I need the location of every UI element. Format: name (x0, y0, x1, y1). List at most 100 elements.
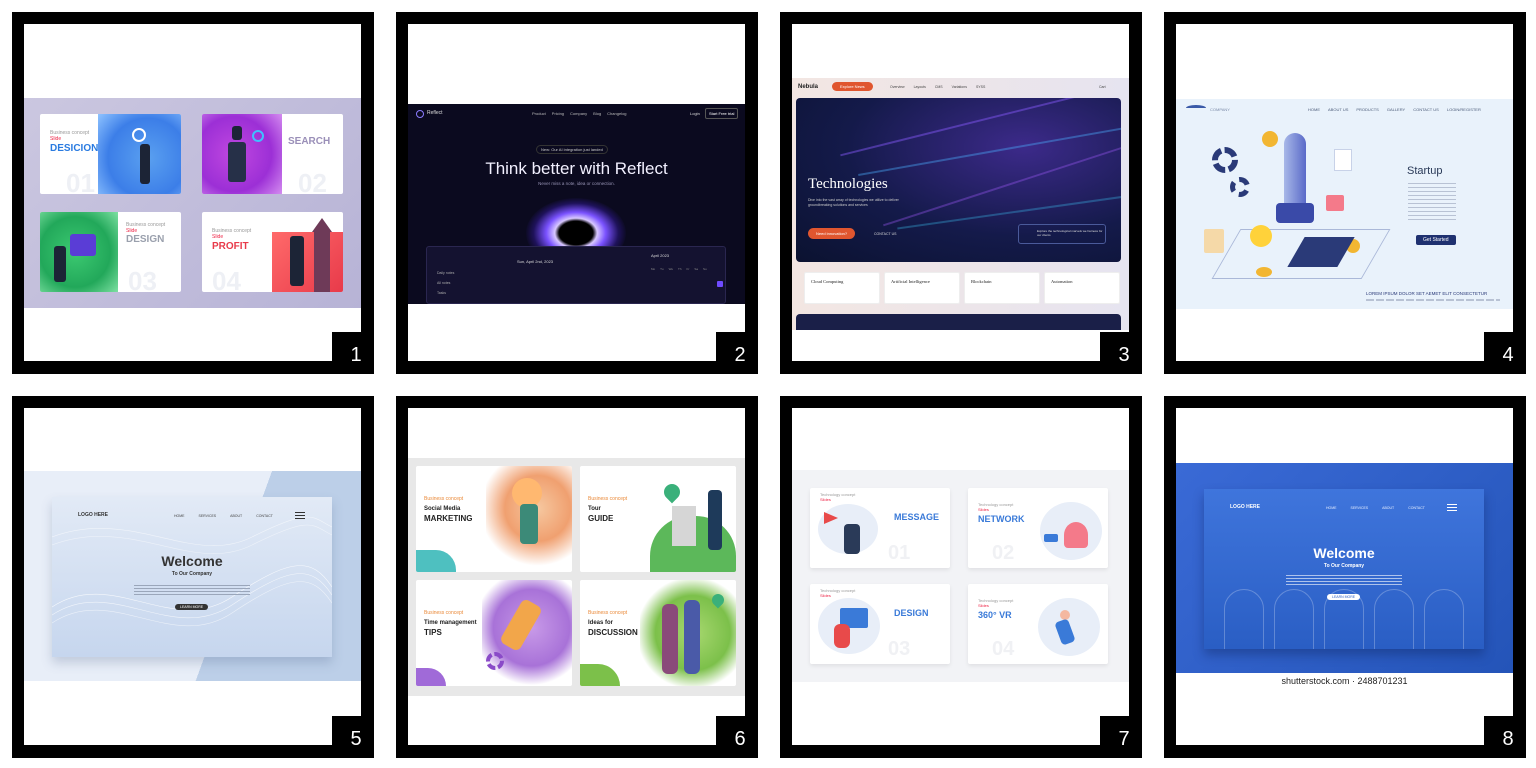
calendar-weekdays: Mo Tu We Th Fr Sa Su (651, 267, 707, 271)
brand-name: COMPANY (1210, 107, 1230, 112)
nav-item[interactable]: PRODUCTS (1356, 107, 1378, 112)
thumbnail-7-image: Technology concept Slides MESSAGE 01 Tec… (792, 408, 1129, 745)
hamburger-menu-icon[interactable] (295, 512, 305, 519)
explore-news-pill[interactable]: Explore News (832, 82, 873, 91)
card-line-1: Ideas for (588, 620, 614, 626)
get-started-button[interactable]: Get Started (1416, 235, 1456, 245)
tech-card[interactable]: Blockchain (964, 272, 1040, 304)
nav-item[interactable]: GALLERY (1387, 107, 1405, 112)
nav-item[interactable]: CONTACT (256, 514, 273, 518)
tech-card[interactable]: Cloud Computing (804, 272, 880, 304)
nav-item[interactable]: Product (532, 111, 546, 116)
thumbnail-8[interactable]: LOGO HERE HOME SERVICES ABOUT CONTACT We… (1164, 396, 1526, 758)
free-trial-button[interactable]: Start Free trial (705, 108, 739, 119)
location-pin-icon (660, 480, 684, 504)
company-logo-icon (1186, 105, 1206, 111)
thumbnail-5-image: LOGO HERE HOME SERVICES ABOUT CONTACT We… (24, 408, 361, 745)
cart-link[interactable]: Cart (1099, 85, 1106, 89)
nav-item[interactable]: ABOUT (1382, 506, 1394, 510)
thumbnail-2[interactable]: Reflect Product Pricing Company Blog Cha… (396, 12, 758, 374)
learn-more-button[interactable]: LEARN MORE (175, 604, 209, 610)
stock-caption: shutterstock.com · 2488701231 (1281, 676, 1408, 686)
nav-item[interactable]: Pricing (552, 111, 564, 116)
sidebar-item[interactable]: Daily notes (437, 271, 454, 275)
hero-subtext: To Our Company (171, 571, 213, 577)
nav-item[interactable]: Overview (890, 85, 905, 89)
thumbnail-number: 8 (1484, 716, 1526, 758)
coin-icon (1262, 131, 1278, 147)
sidebar-item[interactable]: All notes (437, 281, 450, 285)
nav-item[interactable]: SERVICES (1351, 506, 1369, 510)
landing-card: LOGO HERE HOME SERVICES ABOUT CONTACT We… (1204, 489, 1484, 649)
nav-item[interactable]: Changelog (607, 111, 626, 116)
brand-name: Reflect (427, 110, 443, 116)
nav-item[interactable]: LOGIN/REGISTER (1447, 107, 1481, 112)
calendar-selected-day[interactable] (717, 281, 723, 287)
login-link[interactable]: Login (690, 111, 700, 116)
nav-item[interactable]: Company (570, 111, 587, 116)
logo-text: LOGO HERE (1230, 504, 1261, 510)
card-accent-label: Slide (212, 234, 224, 240)
gear-icon (486, 652, 504, 670)
coin-icon (1256, 267, 1272, 277)
card-title: MESSAGE (894, 512, 940, 522)
nav-item[interactable]: HOME (1308, 107, 1320, 112)
thumbnail-number: 1 (332, 332, 374, 374)
app-preview-panel: Sun, April 2nd, 2023 April 2023 Daily no… (426, 246, 726, 304)
startup-illustration (1196, 119, 1391, 299)
thumbnail-1[interactable]: Business concept Slide DESICION 01 SEARC… (12, 12, 374, 374)
nav-item[interactable]: Blog (593, 111, 601, 116)
thumbnail-8-image: LOGO HERE HOME SERVICES ABOUT CONTACT We… (1176, 408, 1513, 745)
hero-headline: Think better with Reflect (485, 159, 668, 178)
need-innovation-button[interactable]: Need innovation? (808, 228, 856, 239)
card-title: NETWORK (978, 514, 1025, 524)
thumbnail-3[interactable]: Nebula Explore News Overview Layouts CMS… (780, 12, 1142, 374)
card-line-1: Tour (588, 506, 601, 512)
card-big-number: 01 (888, 542, 911, 564)
nav-item[interactable]: HOME (174, 514, 185, 518)
nav-item[interactable]: SYSS (976, 85, 985, 89)
thumbnail-number: 7 (1100, 716, 1142, 758)
nav-item[interactable]: Layouts (914, 85, 926, 89)
slide-card-guide: Business concept Tour GUIDE (580, 466, 736, 572)
card-accent-label: Slide (50, 136, 62, 142)
nav-item[interactable]: CONTACT US (1413, 107, 1439, 112)
announcement-pill[interactable]: New: Our AI integration just landed (536, 145, 608, 154)
slide-card-marketing: Business concept Social Media MARKETING (416, 466, 572, 572)
sidebar-item[interactable]: Tasks (437, 291, 446, 295)
card-line-2: DISCUSSION (588, 628, 638, 637)
card-big-number: 03 (888, 638, 911, 660)
nav-menu: HOME SERVICES ABOUT CONTACT (1326, 506, 1425, 510)
nav-item[interactable]: ABOUT (230, 514, 242, 518)
thumbnail-number: 6 (716, 716, 758, 758)
hamburger-menu-icon[interactable] (1447, 504, 1457, 511)
thumbnail-4[interactable]: COMPANY HOME ABOUT US PRODUCTS GALLERY C… (1164, 12, 1526, 374)
nav-item[interactable]: HOME (1326, 506, 1337, 510)
thumbnail-5[interactable]: LOGO HERE HOME SERVICES ABOUT CONTACT We… (12, 396, 374, 758)
hero-subtext: To Our Company (1323, 563, 1365, 569)
tech-card[interactable]: Automation (1044, 272, 1120, 304)
thumbnail-7[interactable]: Technology concept Slides MESSAGE 01 Tec… (780, 396, 1142, 758)
footer-tagline: LOREM IPSUM DOLOR SET AEMET ELIT CONSECT… (1366, 291, 1488, 296)
logo-text: LOGO HERE (78, 512, 109, 518)
side-note: Explore the technological marvels we har… (1037, 229, 1103, 237)
reflect-logo-icon (416, 110, 424, 118)
nav-item[interactable]: ABOUT US (1328, 107, 1348, 112)
contact-us-link[interactable]: CONTACT US (874, 232, 896, 236)
learn-more-button[interactable]: LEARN MORE (1327, 594, 1361, 600)
nav-item[interactable]: Variations (952, 85, 967, 89)
card-line-2: GUIDE (588, 514, 614, 523)
nav-item[interactable]: SERVICES (199, 514, 217, 518)
card-small-label: Business concept (588, 496, 628, 502)
tech-card[interactable]: Artificial Intelligence (884, 272, 960, 304)
nav-item[interactable]: CONTACT (1408, 506, 1425, 510)
thumbnail-number: 5 (332, 716, 374, 758)
card-line-1: Social Media (424, 506, 461, 512)
slide-card-search: SEARCH 02 (202, 114, 343, 194)
thumbnail-6[interactable]: Business concept Social Media MARKETING … (396, 396, 758, 758)
card-small-label: Business concept (588, 610, 628, 616)
card-small-label: Business concept (424, 610, 464, 616)
card-title: DESIGN (894, 608, 929, 618)
nav-item[interactable]: CMS (935, 85, 943, 89)
card-big-number: 02 (298, 168, 327, 194)
